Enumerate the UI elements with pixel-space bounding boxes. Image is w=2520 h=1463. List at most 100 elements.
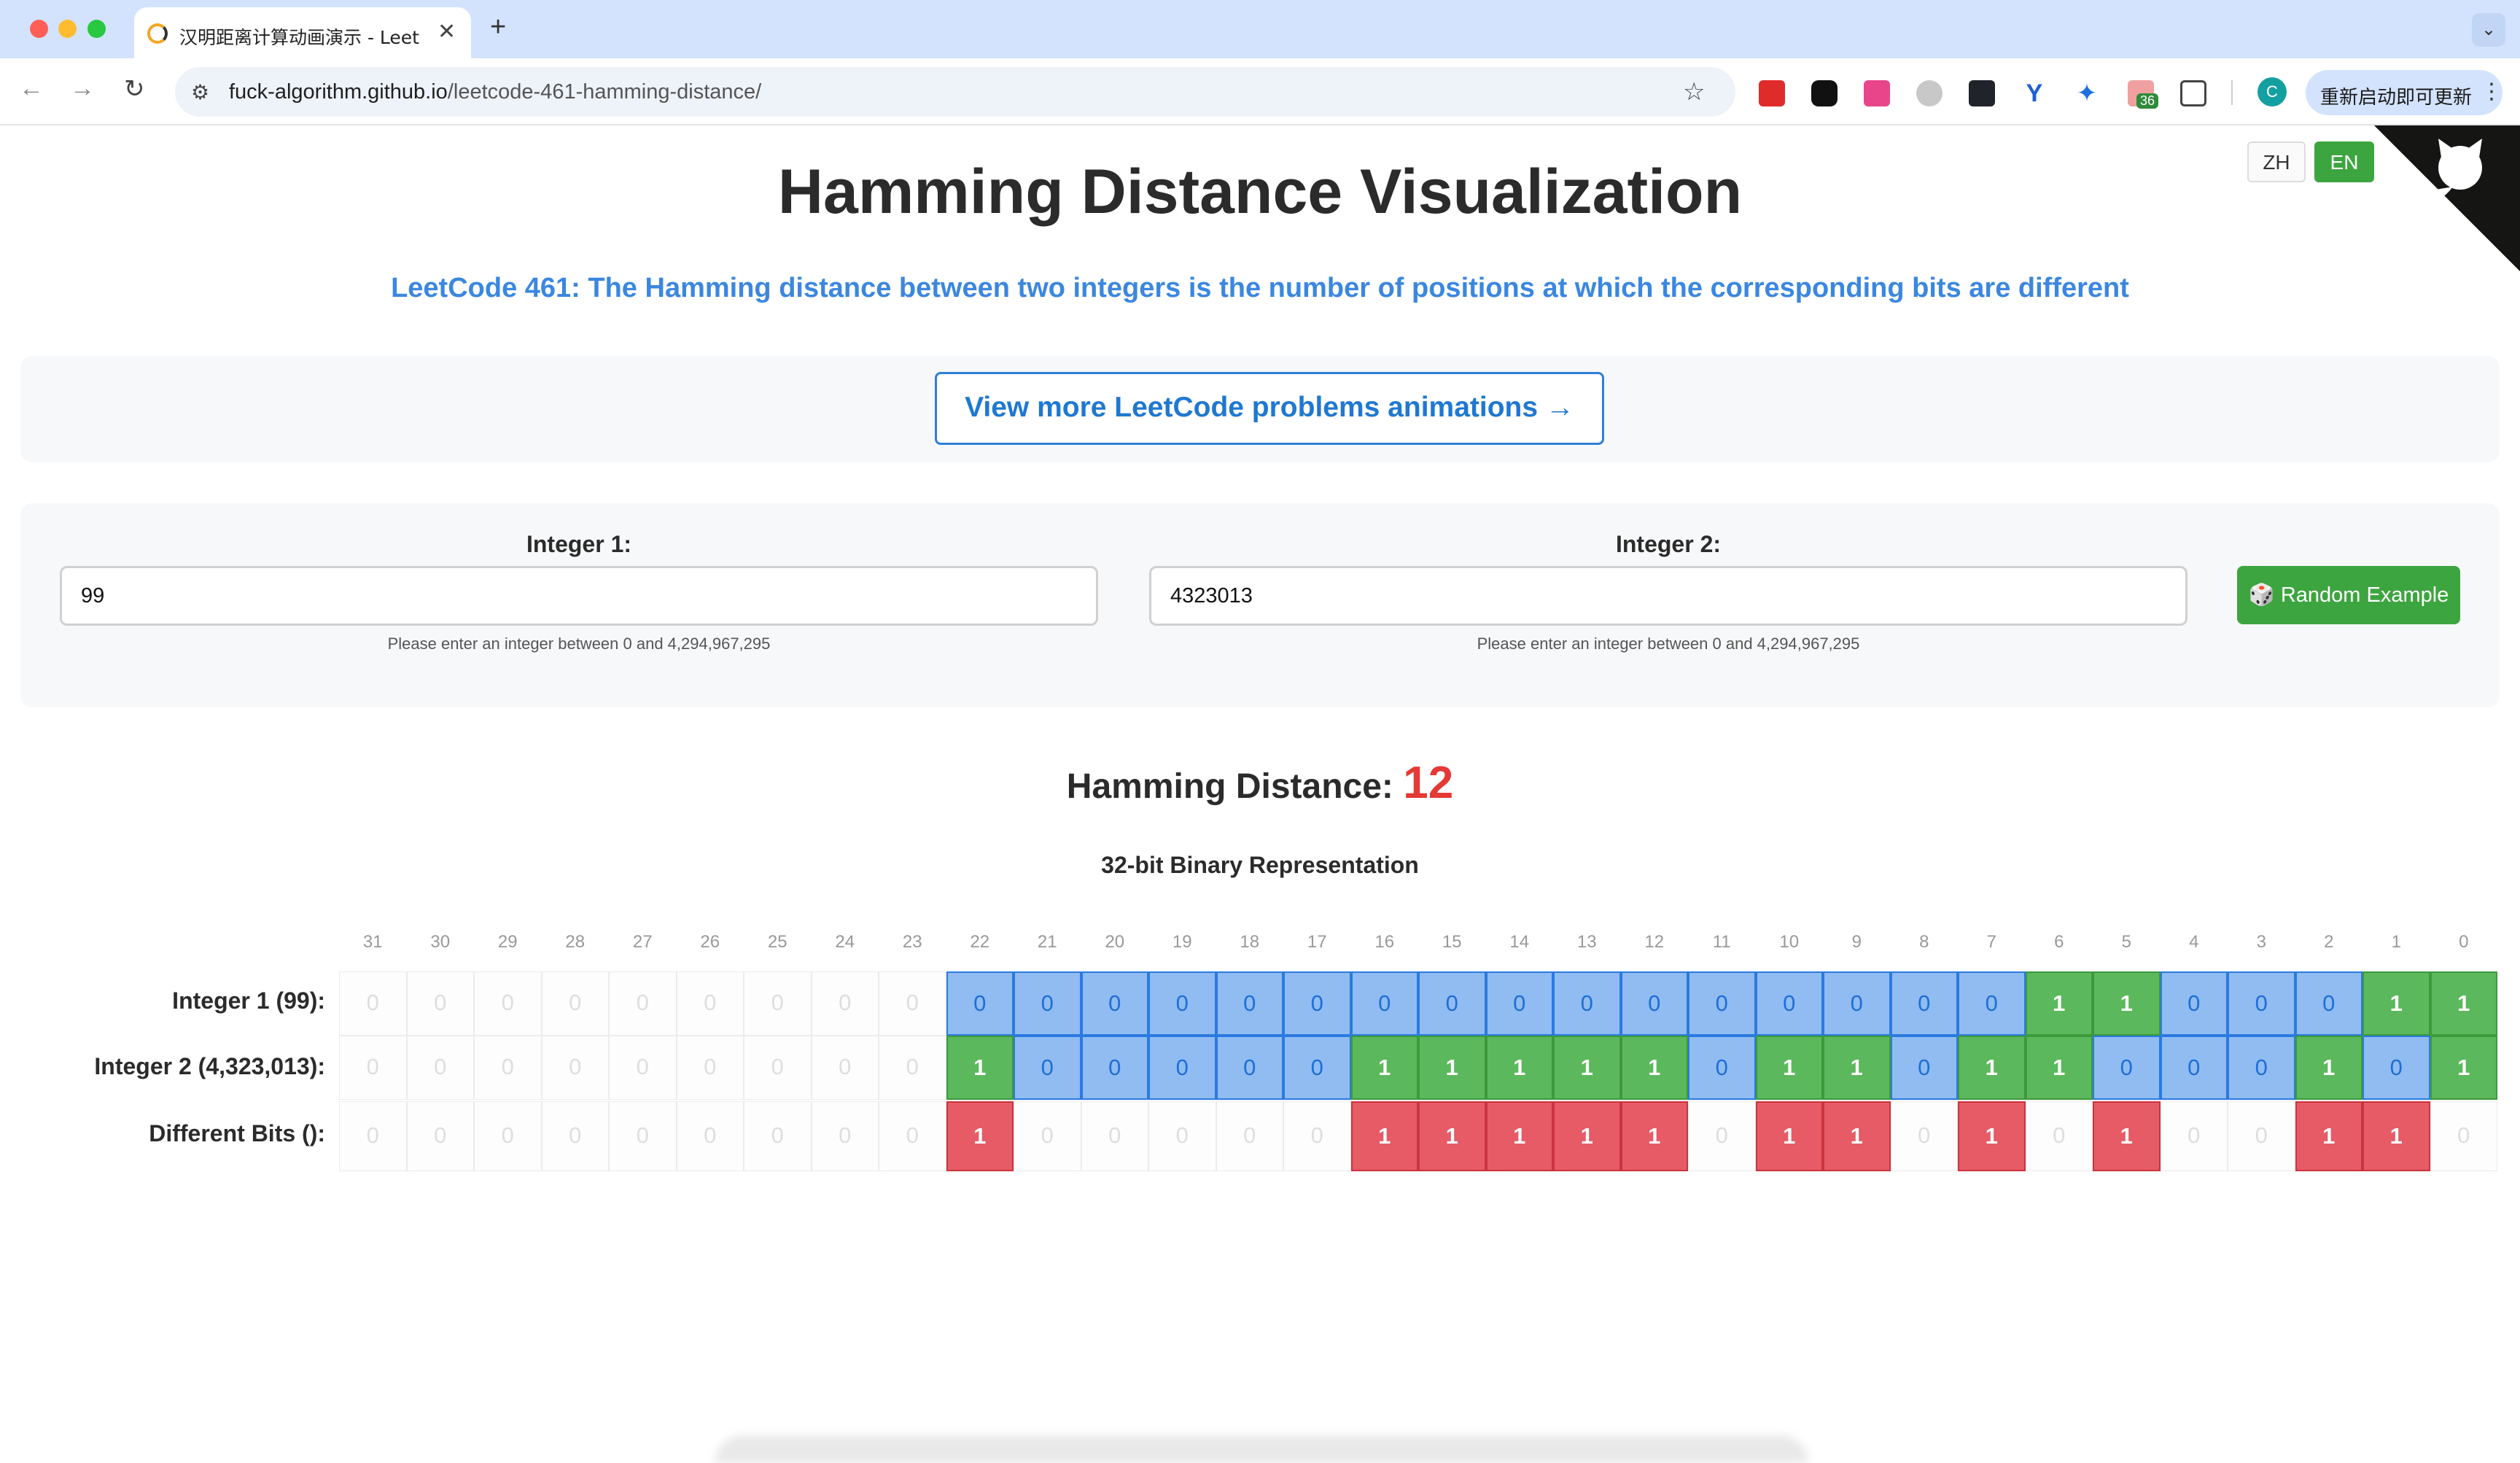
extension-react-icon[interactable] [1969,80,1995,106]
bit-index-17: 17 [1307,932,1327,952]
integer2-input[interactable]: 4323013 [1149,566,2188,626]
int2-bit-29: 0 [474,1036,542,1100]
diff-bit-3: 0 [2228,1101,2295,1171]
diff-bit-29: 0 [474,1101,542,1171]
profile-avatar[interactable]: C [2258,77,2287,106]
bit-index-26: 26 [700,932,720,952]
site-info-icon[interactable]: ⚙ [191,80,209,104]
int2-bit-11: 0 [1688,1036,1756,1100]
bit-index-30: 30 [430,932,451,952]
diff-bit-24: 0 [811,1101,879,1171]
extension-fe-icon[interactable] [1759,80,1785,106]
reload-icon[interactable]: ↻ [124,74,145,104]
menu-dots-icon[interactable]: ⋮ [2481,79,2502,104]
bit-index-14: 14 [1509,932,1530,952]
row-label-integer1: Integer 1 (99): [172,987,325,1014]
bit-index-22: 22 [970,932,990,952]
int1-bit-31: 0 [339,971,407,1036]
extension-badge-icon[interactable]: 36 [2128,80,2159,109]
extension-puzzle-icon[interactable]: ✦ [2074,80,2100,106]
bit-index-5: 5 [2121,932,2131,952]
diff-bit-28: 0 [541,1101,609,1171]
int1-bit-1: 1 [2362,971,2430,1036]
int1-bit-25: 0 [744,971,812,1036]
more-problems-link[interactable]: View more LeetCode problems animations → [935,372,1604,445]
int1-bit-22: 0 [946,971,1014,1036]
int2-bit-2: 1 [2295,1036,2362,1100]
more-problems-panel: View more LeetCode problems animations → [20,356,2500,462]
extension-tampermonkey-icon[interactable] [1811,80,1838,106]
bit-index-20: 20 [1105,932,1125,952]
bookmark-star-icon[interactable]: ☆ [1683,77,1705,106]
page-subtitle: LeetCode 461: The Hamming distance betwe… [391,273,2129,303]
browser-tab-strip: 汉明距离计算动画演示 - LeetCode ✕ + ⌄ [0,0,2520,58]
bit-index-6: 6 [2054,932,2064,952]
int2-bit-20: 0 [1081,1036,1148,1100]
browser-tab-active[interactable]: 汉明距离计算动画演示 - LeetCode ✕ [134,7,471,58]
int1-bit-8: 0 [1890,971,1958,1036]
diff-bit-18: 0 [1216,1101,1283,1171]
bit-index-31: 31 [362,932,383,952]
forward-icon[interactable]: → [70,74,95,103]
tab-close-icon[interactable]: ✕ [438,19,456,44]
bit-index-12: 12 [1644,932,1665,952]
bit-index-23: 23 [902,932,922,952]
int1-bit-18: 0 [1216,971,1283,1036]
window-close-dot[interactable] [30,20,48,38]
int2-bit-15: 1 [1418,1036,1486,1100]
new-tab-button[interactable]: + [490,12,506,43]
int2-bit-12: 1 [1620,1036,1688,1100]
extension-chatgpt-icon[interactable] [1916,80,1942,106]
diff-bit-17: 0 [1283,1101,1351,1171]
hamming-distance-value: 12 [1403,758,1454,808]
int2-bit-14: 1 [1485,1036,1553,1100]
diff-bit-12: 1 [1620,1101,1688,1171]
int1-bit-11: 0 [1688,971,1756,1036]
int2-bit-17: 0 [1283,1036,1351,1100]
integer1-hint: Please enter an integer between 0 and 4,… [387,635,771,653]
back-icon[interactable]: ← [19,74,44,103]
int1-bit-7: 0 [1958,971,2026,1036]
window-minimize-dot[interactable] [58,20,77,38]
random-example-button[interactable]: 🎲 Random Example [2237,566,2460,624]
row-label-integer2: Integer 2 (4,323,013): [94,1053,325,1079]
integer1-input[interactable]: 99 [60,566,1098,626]
int1-bit-13: 0 [1553,971,1621,1036]
diff-bit-22: 1 [946,1101,1014,1171]
url-text[interactable]: fuck-algorithm.github.io/leetcode-461-ha… [229,80,761,104]
leetcode-favicon-icon [147,23,168,44]
diff-bit-30: 0 [406,1101,474,1171]
window-zoom-dot[interactable] [88,20,106,38]
update-button[interactable]: 重新启动即可更新 ⋮ [2306,70,2502,115]
diff-bit-2: 1 [2295,1101,2362,1171]
int1-bit-28: 0 [541,971,609,1036]
address-bar[interactable]: ⚙ fuck-algorithm.github.io/leetcode-461-… [175,67,1735,117]
int2-bit-23: 0 [879,1036,946,1100]
int1-bit-2: 0 [2295,971,2362,1036]
extensions-icon[interactable] [2180,80,2206,106]
integer2-hint: Please enter an integer between 0 and 4,… [1477,635,1860,653]
extension-v-icon[interactable]: Y [2021,80,2048,106]
bit-index-1: 1 [2391,932,2401,952]
int1-bit-19: 0 [1148,971,1216,1036]
int2-bit-28: 0 [541,1036,609,1100]
diff-bit-26: 0 [676,1101,744,1171]
int1-bit-5: 1 [2093,971,2161,1036]
diff-bit-20: 0 [1081,1101,1148,1171]
diff-bit-4: 0 [2160,1101,2228,1171]
bit-index-13: 13 [1576,932,1597,952]
int2-bit-0: 1 [2430,1036,2497,1100]
extension-badge-count: 36 [2136,93,2159,109]
tab-search-button[interactable]: ⌄ [2472,13,2505,47]
bit-index-0: 0 [2459,932,2469,952]
int1-bit-30: 0 [406,971,474,1036]
toolbar-divider [2231,80,2233,105]
diff-bit-21: 0 [1014,1101,1081,1171]
url-host: fuck-algorithm.github.io [229,80,448,104]
int2-bit-6: 1 [2025,1036,2093,1100]
int1-bit-21: 0 [1014,971,1081,1036]
diff-bit-14: 1 [1485,1101,1553,1171]
diff-bit-13: 1 [1553,1101,1621,1171]
int2-bit-21: 0 [1014,1036,1081,1100]
extension-translate-icon[interactable] [1864,80,1890,106]
